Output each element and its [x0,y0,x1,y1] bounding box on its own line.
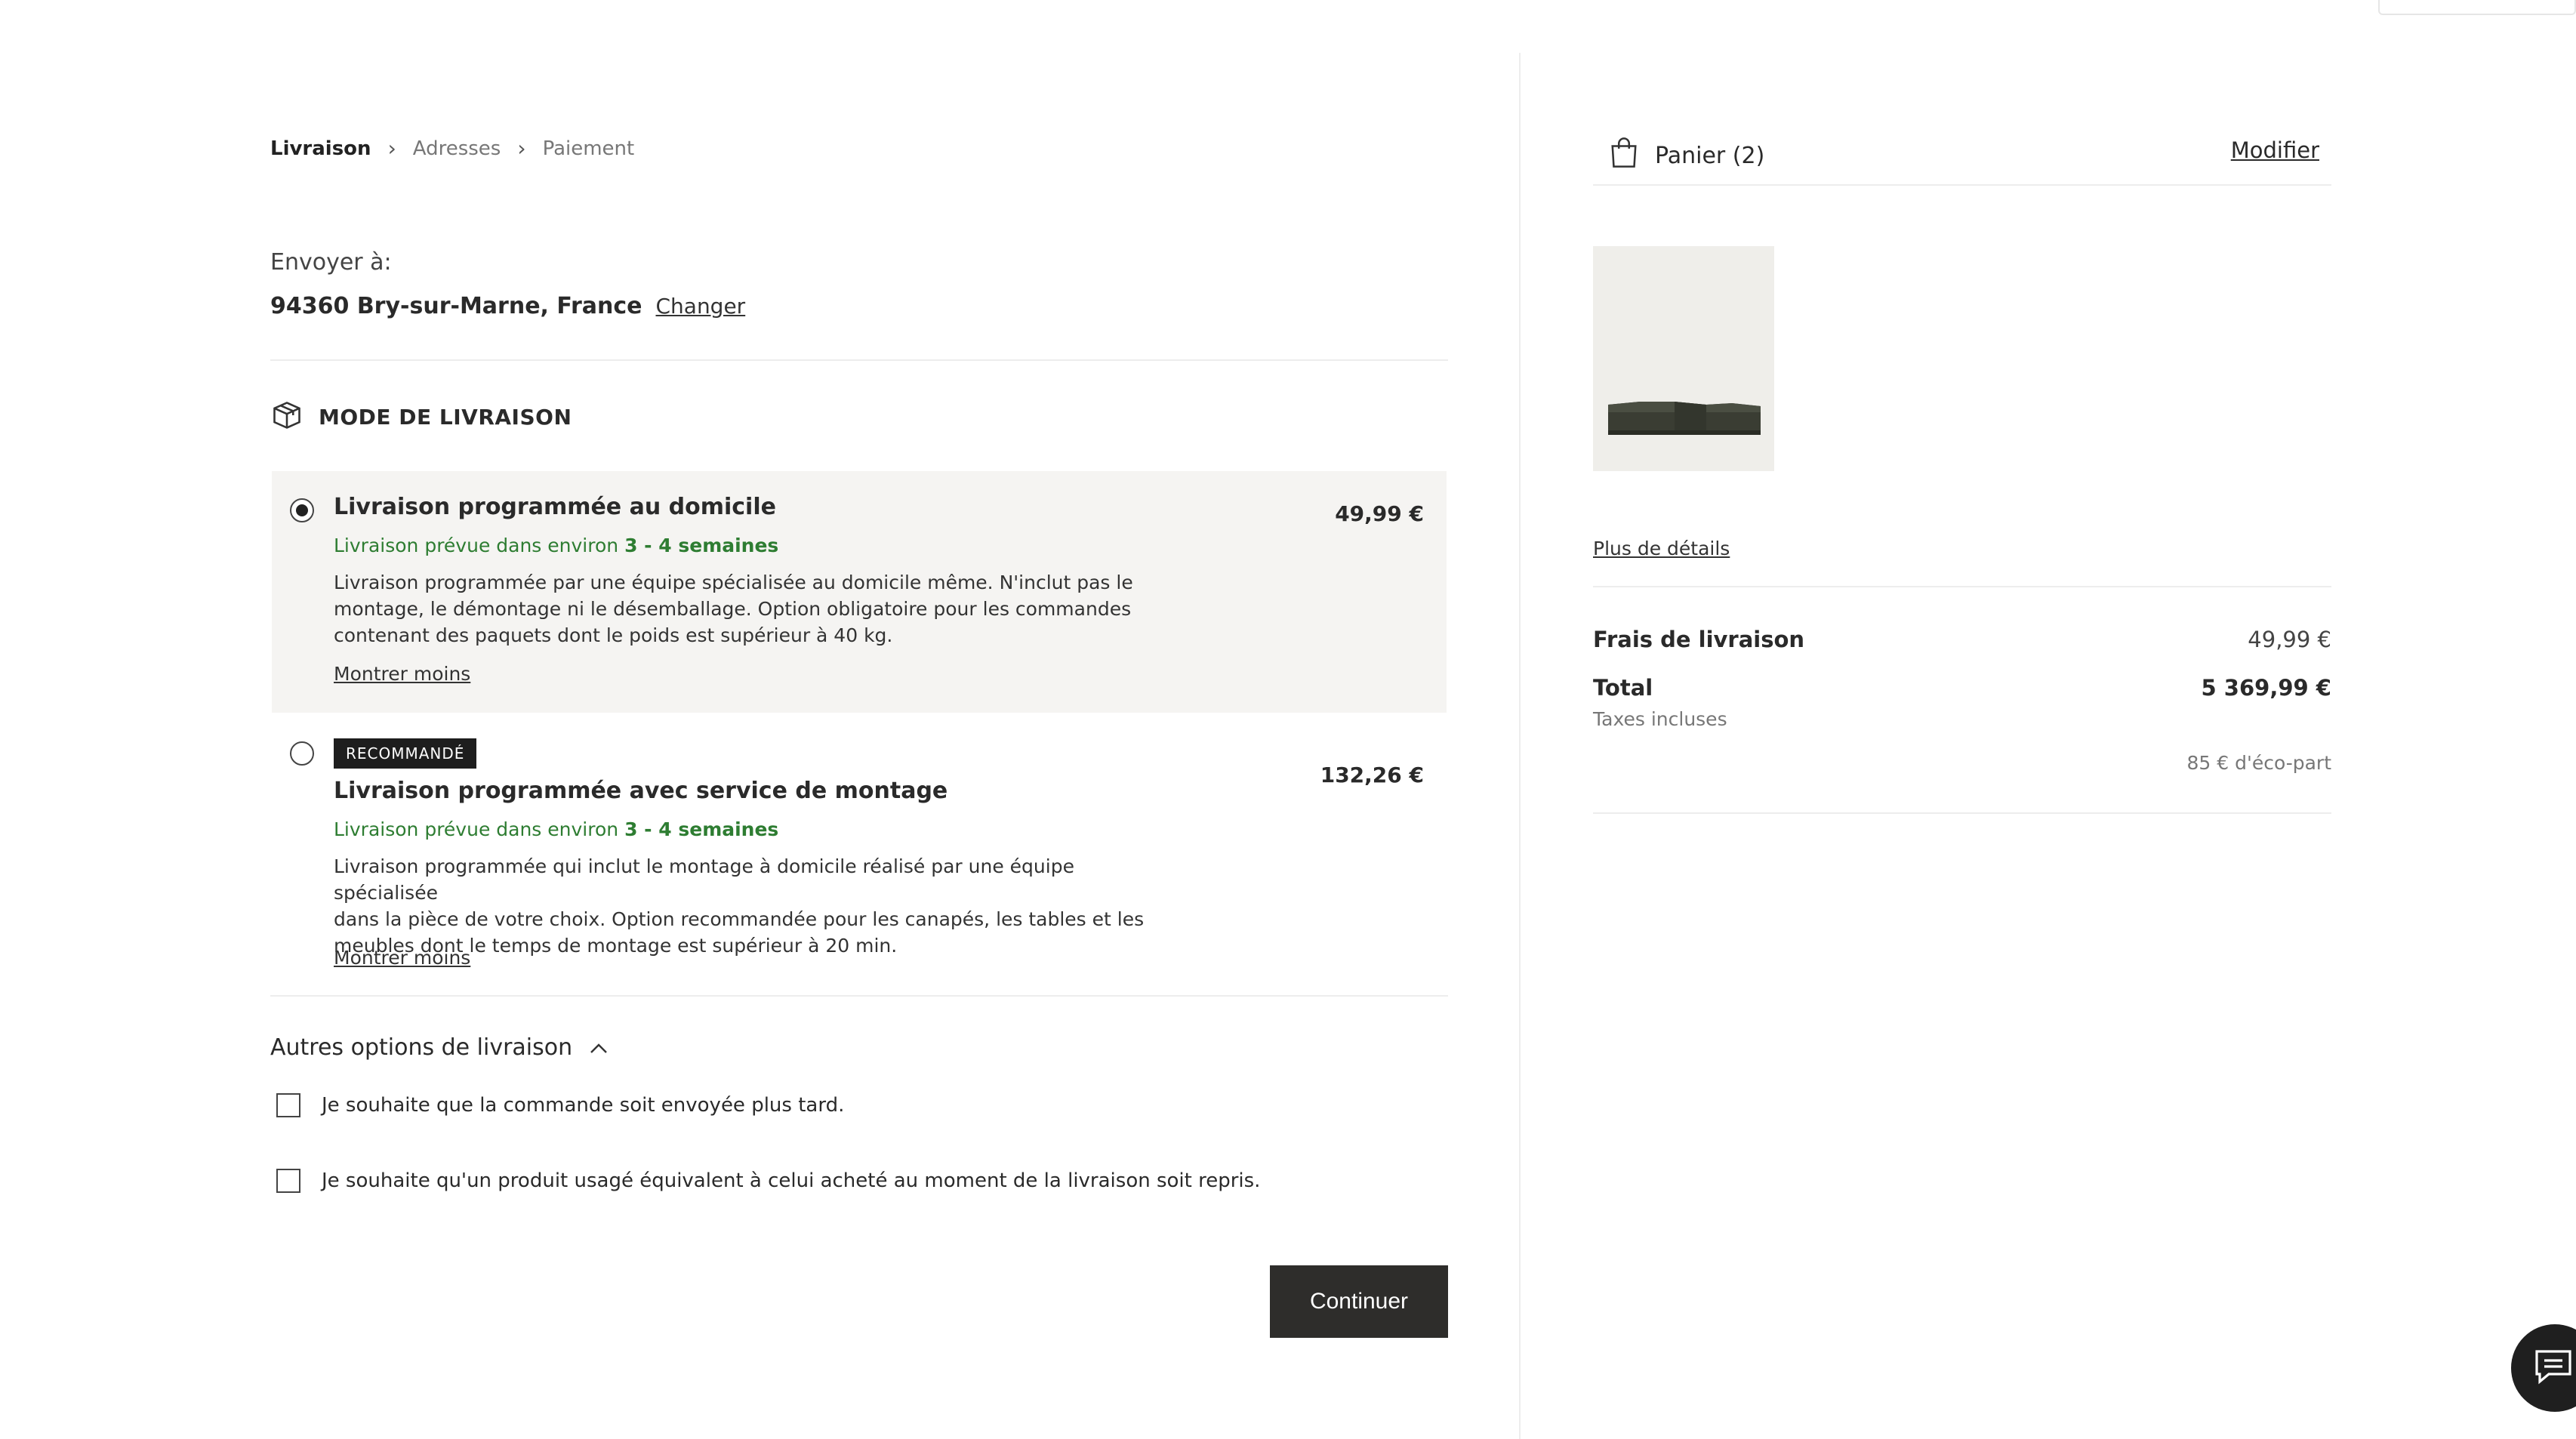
continue-button[interactable]: Continuer [1270,1265,1448,1338]
taxes-included-label: Taxes incluses [1593,708,1727,730]
divider [1593,586,2331,587]
sofa-image [1608,402,1761,435]
description-line: Livraison programmée par une équipe spéc… [334,572,1133,593]
delivery-mode-title: MODE DE LIVRAISON [319,404,572,430]
delivery-option-eta: Livraison prévue dans environ 3 - 4 sema… [334,535,778,556]
change-address-link[interactable]: Changer [655,294,745,319]
delivery-option-price: 49,99 € [1335,501,1424,526]
divider [1593,184,2331,186]
take-back-label: Je souhaite qu'un produit usagé équivale… [322,1169,1261,1192]
delivery-option-title: Livraison programmée avec service de mon… [334,778,948,804]
chat-icon [2532,1345,2574,1391]
description-line: Livraison programmée qui inclut le monta… [334,855,1074,904]
top-right-control[interactable] [2378,0,2576,15]
breadcrumb-step-adresses[interactable]: Adresses [413,137,501,160]
delivery-option-home-radio[interactable] [290,498,314,522]
ship-to-label: Envoyer à: [270,249,392,276]
delivery-option-title: Livraison programmée au domicile [334,494,776,520]
shopping-bag-icon [1608,136,1640,175]
take-back-checkbox[interactable] [276,1169,300,1193]
send-later-checkbox[interactable] [276,1093,300,1117]
delivery-mode-header: MODE DE LIVRAISON [270,399,572,435]
chevron-right-icon: › [387,136,396,161]
take-back-option[interactable]: Je souhaite qu'un produit usagé équivale… [276,1169,1260,1193]
description-line: montage, le démontage ni le désemballage… [334,598,1132,620]
divider [270,359,1448,361]
chevron-up-icon [589,1034,609,1061]
delivery-option-description: Livraison programmée par une équipe spéc… [334,569,1172,649]
total-label: Total [1593,675,1653,701]
divider [1593,812,2331,814]
show-less-link[interactable]: Montrer moins [334,947,470,969]
total-value: 5 369,99 € [2201,675,2331,701]
other-options-title: Autres options de livraison [270,1034,573,1061]
breadcrumb-step-paiement[interactable]: Paiement [543,137,635,160]
shipping-cost-row: Frais de livraison 49,99 € [1593,627,2331,652]
recommended-badge: RECOMMANDÉ [334,738,477,769]
delivery-option-eta: Livraison prévue dans environ 3 - 4 sema… [334,818,778,840]
show-less-link[interactable]: Montrer moins [334,663,470,685]
breadcrumb: Livraison › Adresses › Paiement [270,136,634,161]
shipping-cost-label: Frais de livraison [1593,627,1805,652]
more-details-link[interactable]: Plus de détails [1593,538,1730,559]
total-row: Total 5 369,99 € [1593,675,2331,701]
eta-value: 3 - 4 semaines [624,535,779,556]
column-divider [1519,53,1521,1439]
send-later-label: Je souhaite que la commande soit envoyée… [322,1094,845,1117]
divider [270,995,1448,997]
delivery-option-assembly-radio[interactable] [290,741,314,766]
modify-cart-link[interactable]: Modifier [2231,137,2319,163]
ship-to-address: 94360 Bry-sur-Marne, France [270,293,642,319]
description-line: contenant des paquets dont le poids est … [334,624,893,646]
delivery-option-assembly[interactable]: RECOMMANDÉ Livraison programmée avec ser… [272,713,1447,995]
chat-button[interactable] [2511,1324,2576,1412]
chevron-right-icon: › [517,136,526,161]
product-thumbnail[interactable] [1593,246,1774,471]
cart-title: Panier (2) [1655,142,1765,169]
description-line: dans la pièce de votre choix. Option rec… [334,908,1145,930]
eta-prefix: Livraison prévue dans environ [334,818,619,840]
delivery-option-price: 132,26 € [1320,763,1424,787]
other-options-toggle[interactable]: Autres options de livraison [270,1034,609,1061]
eco-part-label: 85 € d'éco-part [2186,752,2331,774]
send-later-option[interactable]: Je souhaite que la commande soit envoyée… [276,1093,844,1117]
checkout-page: Livraison › Adresses › Paiement Envoyer … [0,0,2576,1439]
delivery-option-home[interactable]: Livraison programmée au domicile Livrais… [272,471,1447,713]
eta-value: 3 - 4 semaines [624,818,779,840]
cart-header: Panier (2) [1608,136,1764,175]
ship-to-address-row: 94360 Bry-sur-Marne, France Changer [270,293,745,319]
shipping-cost-value: 49,99 € [2248,627,2331,652]
package-icon [270,399,304,435]
breadcrumb-step-livraison[interactable]: Livraison [270,137,371,160]
eta-prefix: Livraison prévue dans environ [334,535,619,556]
delivery-option-description: Livraison programmée qui inclut le monta… [334,853,1172,959]
